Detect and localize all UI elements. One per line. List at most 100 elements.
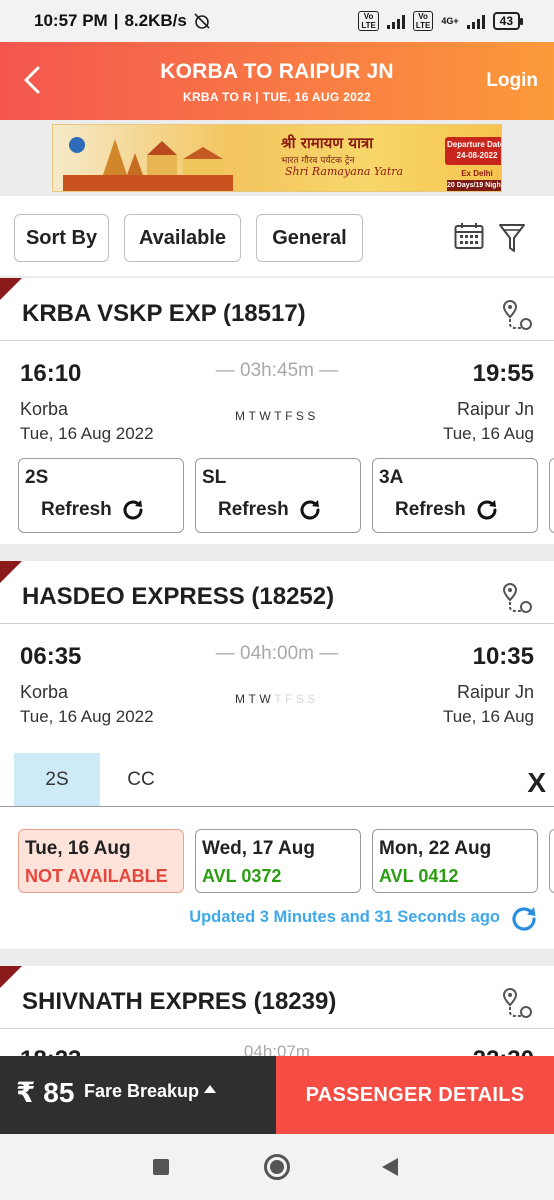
departure-date: Tue, 16 Aug 2022 (20, 424, 154, 443)
card-corner-marker (0, 966, 22, 988)
journey-duration: 04h:07m (243, 1042, 311, 1056)
signal-icon (386, 13, 405, 29)
route-map-icon[interactable] (500, 986, 534, 1020)
day-fri: F (285, 409, 296, 423)
close-button[interactable]: X (527, 767, 546, 799)
sort-by-button[interactable]: Sort By (14, 214, 109, 262)
day-sun-off: S (307, 692, 319, 706)
class-code: SL (202, 467, 227, 488)
volte-icon-2: Vo LTE (412, 11, 434, 31)
day-thu-off: T (274, 692, 286, 706)
to-station: Raipur Jn (456, 682, 534, 702)
departure-date: Tue, 16 Aug 2022 (20, 707, 154, 726)
train-card-18239[interactable]: SHIVNATH EXPRES (18239) 18:23 04h:07m 22… (0, 966, 554, 1056)
journey-duration: — 03h:45m — (215, 360, 339, 381)
filter-icon[interactable] (498, 222, 526, 254)
signal-icon-2 (466, 13, 485, 29)
day-sun: S (307, 409, 319, 423)
refresh-label: Refresh (41, 499, 112, 520)
app-header: KORBA TO RAIPUR JN KRBA TO R | TUE, 16 A… (0, 42, 554, 120)
home-icon[interactable] (264, 1154, 290, 1180)
recents-icon[interactable] (153, 1159, 169, 1175)
availability-date-card-selected[interactable]: Tue, 16 Aug NOT AVAILABLE (18, 829, 184, 893)
passenger-details-button[interactable]: PASSENGER DETAILS (276, 1056, 554, 1134)
volte-icon: Vo LTE (358, 11, 379, 31)
arrival-date: Tue, 16 Aug (442, 707, 534, 726)
alarm-off-icon (194, 13, 210, 29)
refresh-label: Refresh (218, 499, 289, 520)
tabs-divider (0, 806, 554, 807)
route-map-icon[interactable] (500, 581, 534, 615)
nav-back-icon[interactable] (382, 1158, 398, 1176)
availability-date-card[interactable]: Mon, 22 Aug AVL 0412 (372, 829, 538, 893)
availability-date: Tue, 16 Aug (25, 838, 131, 859)
page-title: KORBA TO RAIPUR JN (160, 60, 394, 83)
card-corner-marker (0, 561, 22, 583)
day-sat: S (295, 409, 308, 423)
availability-date-card-more[interactable] (549, 829, 554, 893)
banner-departure: Departure Date: 24-08-2022 (445, 137, 501, 165)
class-tabs: 2S CC X (0, 753, 554, 807)
arrival-time: 10:35 (472, 643, 534, 670)
card-divider (0, 1028, 554, 1029)
banner-duration: 20 Days/19 Nights (447, 180, 501, 191)
availability-date-card[interactable]: Wed, 17 Aug AVL 0372 (195, 829, 361, 893)
banner-ex: Ex Delhi (461, 169, 493, 178)
refresh-icon[interactable] (508, 903, 540, 935)
clock: 10:57 PM (34, 11, 108, 30)
network-type: 4G+ (441, 16, 459, 26)
card-divider (0, 340, 554, 341)
general-quota-button[interactable]: General (256, 214, 363, 262)
day-wed: W (259, 409, 275, 423)
available-filter-button[interactable]: Available (124, 214, 241, 262)
class-card-3a[interactable]: 3A Refresh (372, 458, 538, 533)
tab-cc[interactable]: CC (98, 753, 184, 807)
class-card-sl[interactable]: SL Refresh (195, 458, 361, 533)
day-mon: M (235, 692, 249, 706)
class-card-more[interactable] (549, 458, 554, 533)
train-card-18517[interactable]: KRBA VSKP EXP (18517) 16:10 — 03h:45m — … (0, 278, 554, 544)
day-thu: T (274, 409, 286, 423)
tab-2s[interactable]: 2S (14, 753, 100, 807)
refresh-button[interactable]: Refresh (395, 497, 500, 523)
refresh-button[interactable]: Refresh (218, 497, 323, 523)
card-corner-marker (0, 278, 22, 300)
status-separator: | (113, 11, 119, 30)
route-map-icon[interactable] (500, 298, 534, 332)
refresh-icon (477, 500, 497, 520)
availability-status: AVL 0372 (202, 866, 282, 886)
train-name: SHIVNATH EXPRES (18239) (22, 988, 337, 1015)
refresh-button[interactable]: Refresh (41, 497, 146, 523)
train-card-18252[interactable]: HASDEO EXPRESS (18252) 06:35 — 04h:00m —… (0, 561, 554, 949)
day-sat-off: S (295, 692, 308, 706)
train-name: KRBA VSKP EXP (18517) (22, 300, 306, 327)
promo-banner[interactable]: श्री रामायण यात्रा भारत गौरव पर्यटक ट्रे… (52, 124, 502, 192)
availability-date: Wed, 17 Aug (202, 838, 315, 859)
class-code: 2S (25, 467, 49, 488)
filter-bar: Sort By Available General (0, 196, 554, 276)
login-link[interactable]: Login (486, 70, 538, 92)
updated-timestamp: Updated 3 Minutes and 31 Seconds ago (189, 908, 500, 926)
fare-amount: ₹ 85 (16, 1077, 75, 1108)
banner-title: श्री रामायण यात्रा (281, 134, 374, 152)
availability-date: Mon, 22 Aug (379, 838, 492, 859)
class-card-2s[interactable]: 2S Refresh (18, 458, 184, 533)
availability-status: AVL 0412 (379, 866, 459, 886)
battery-icon: 43 (492, 12, 524, 30)
fare-section[interactable]: ₹ 85 Fare Breakup (0, 1056, 276, 1134)
arrival-time: 22:30 (473, 1046, 534, 1056)
class-code: 3A (379, 467, 404, 488)
banner-name: Shri Ramayana Yatra (285, 165, 404, 178)
page-subtitle: KRBA TO R | TUE, 16 AUG 2022 (182, 90, 372, 104)
arrival-time: 19:55 (472, 360, 534, 387)
refresh-icon (123, 500, 143, 520)
to-station: Raipur Jn (456, 399, 534, 419)
refresh-label: Refresh (395, 499, 466, 520)
temple-illustration (63, 137, 233, 191)
caret-up-icon[interactable] (204, 1085, 216, 1093)
calendar-icon[interactable] (454, 222, 484, 250)
fare-breakup-link[interactable]: Fare Breakup (84, 1081, 199, 1102)
day-fri-off: F (285, 692, 296, 706)
status-left: 10:57 PM | 8.2KB/s (34, 11, 211, 31)
status-bar: 10:57 PM | 8.2KB/s Vo LTE Vo LTE 4G+ 43 (0, 0, 554, 42)
